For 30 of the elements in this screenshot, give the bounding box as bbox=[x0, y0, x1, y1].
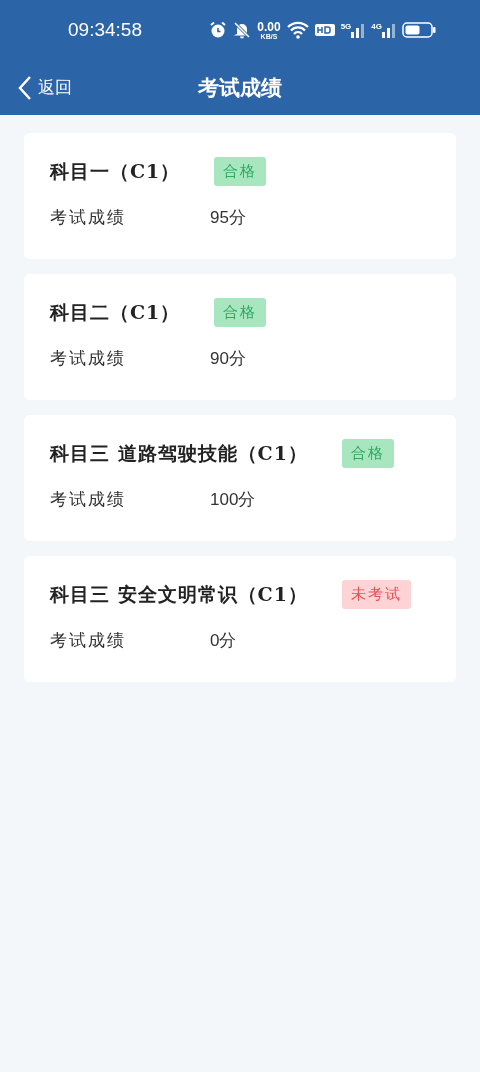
battery-icon bbox=[402, 22, 436, 38]
score-label: 考试成绩 bbox=[50, 206, 127, 229]
hd-icon bbox=[314, 23, 335, 37]
status-badge: 未考试 bbox=[341, 580, 411, 609]
score-value: 0分 bbox=[210, 630, 237, 652]
score-value: 95分 bbox=[210, 207, 246, 229]
subject-title: 科目二（C1） bbox=[50, 299, 181, 325]
score-label: 考试成绩 bbox=[50, 629, 127, 652]
signal-icon bbox=[351, 22, 366, 38]
back-button[interactable]: 返回 bbox=[18, 74, 72, 101]
network-speed: 0.00 bbox=[257, 20, 281, 33]
subject-title: 科目三 道路驾驶技能（C1） bbox=[50, 440, 308, 466]
page-title: 考试成绩 bbox=[198, 73, 282, 102]
status-badge: 合格 bbox=[341, 439, 394, 468]
alarm-clock-icon bbox=[209, 21, 228, 39]
status-badge: 合格 bbox=[214, 157, 267, 186]
network-type-label: 4G bbox=[371, 22, 382, 31]
subject-title: 科目一（C1） bbox=[50, 158, 181, 184]
back-chevron-icon bbox=[18, 74, 32, 101]
score-label: 考试成绩 bbox=[50, 488, 127, 511]
status-badge: 合格 bbox=[214, 298, 267, 327]
signal-icon bbox=[382, 22, 396, 38]
score-value: 90分 bbox=[210, 348, 246, 370]
network-type-label: 5G bbox=[340, 22, 352, 31]
wifi-icon bbox=[286, 21, 309, 39]
score-label: 考试成绩 bbox=[50, 347, 127, 370]
bell-muted-icon bbox=[233, 21, 252, 39]
score-value: 100分 bbox=[210, 489, 256, 511]
status-time: 09:34:58 bbox=[68, 19, 142, 41]
subject-title: 科目三 安全文明常识（C1） bbox=[50, 581, 308, 607]
